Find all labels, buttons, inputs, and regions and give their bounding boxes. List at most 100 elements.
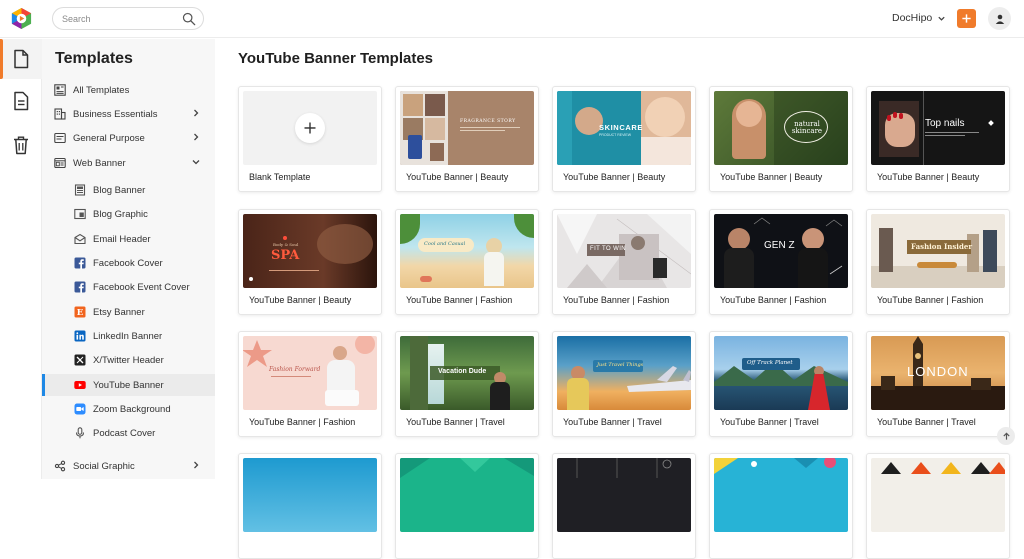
sidebar-item-email-header[interactable]: Email Header: [42, 228, 215, 250]
sidebar-item-web-banner[interactable]: Web Banner: [42, 152, 215, 174]
template-thumbnail: LONDON: [871, 336, 1005, 410]
template-card[interactable]: [552, 453, 696, 559]
sidebar-item-etsy-banner[interactable]: E Etsy Banner: [42, 301, 215, 323]
thumbnail-text: Vacation Dude: [438, 368, 487, 375]
workspace-selector[interactable]: DocHipo: [892, 12, 946, 24]
scroll-to-top-button[interactable]: [997, 427, 1015, 445]
template-card[interactable]: [866, 453, 1010, 559]
left-rail: [0, 39, 42, 479]
sidebar-item-label: Podcast Cover: [93, 427, 156, 439]
sidebar-item-label: Email Header: [93, 233, 151, 245]
sidebar-item-blog-banner[interactable]: Blog Banner: [42, 179, 215, 201]
sidebar-item-facebook-cover[interactable]: Facebook Cover: [42, 252, 215, 274]
template-card[interactable]: Body & Soul SPA YouTube Banner | Beauty: [238, 209, 382, 315]
dochipo-logo-icon[interactable]: [10, 7, 33, 30]
template-thumbnail: [557, 458, 691, 532]
template-thumbnail: Fashion Forward: [243, 336, 377, 410]
template-card[interactable]: Fashion Forward YouTube Banner | Fashion: [238, 331, 382, 437]
template-card[interactable]: Off Track Planet YouTube Banner | Travel: [709, 331, 853, 437]
template-card[interactable]: LONDON YouTube Banner | Travel: [866, 331, 1010, 437]
template-card-blank[interactable]: Blank Template: [238, 86, 382, 192]
card-label: YouTube Banner | Fashion: [877, 295, 984, 305]
svg-text:E: E: [76, 308, 83, 318]
thumbnail-text: LONDON: [907, 364, 969, 379]
template-card[interactable]: Cool and Casual YouTube Banner | Fashion: [395, 209, 539, 315]
rail-trash-button[interactable]: [0, 125, 42, 165]
template-thumbnail: Cool and Casual: [400, 214, 534, 288]
search-icon[interactable]: [182, 12, 196, 26]
template-card[interactable]: Fashion Insider YouTube Banner | Fashion: [866, 209, 1010, 315]
sidebar-item-all-templates[interactable]: All Templates: [42, 79, 215, 101]
sidebar-item-youtube-banner[interactable]: YouTube Banner: [42, 374, 215, 396]
rail-documents-button[interactable]: [0, 81, 42, 121]
sidebar-item-podcast-cover[interactable]: Podcast Cover: [42, 422, 215, 444]
sidebar-item-linkedin-banner[interactable]: LinkedIn Banner: [42, 325, 215, 347]
thumbnail-text: Cool and Casual: [424, 241, 466, 247]
thumbnail-text: FRAGRANCE STORY: [460, 119, 516, 124]
template-thumbnail: Body & Soul SPA: [243, 214, 377, 288]
sidebar-item-x-twitter-header[interactable]: X/Twitter Header: [42, 349, 215, 371]
sidebar-item-business-essentials[interactable]: Business Essentials: [42, 103, 215, 125]
template-thumbnail: FRAGRANCE STORY: [400, 91, 534, 165]
sidebar-item-zoom-background[interactable]: Zoom Background: [42, 398, 215, 420]
template-card[interactable]: Top nails YouTube Banner | Beauty: [866, 86, 1010, 192]
template-card[interactable]: Just Travel Things YouTube Banner | Trav…: [552, 331, 696, 437]
sidebar-item-label: Facebook Cover: [93, 257, 163, 269]
template-card[interactable]: [709, 453, 853, 559]
search-input[interactable]: [62, 11, 177, 27]
chevron-right-icon: [194, 133, 199, 141]
thumbnail-text: SPA: [271, 248, 300, 263]
sidebar-item-label: Zoom Background: [93, 403, 171, 415]
template-card[interactable]: [395, 453, 539, 559]
template-thumbnail: Just Travel Things: [557, 336, 691, 410]
user-avatar-button[interactable]: [988, 7, 1011, 30]
card-label: YouTube Banner | Fashion: [563, 295, 670, 305]
sidebar-item-social-graphic[interactable]: Social Graphic: [42, 455, 215, 477]
chevron-right-icon: [194, 461, 199, 469]
rail-templates-button[interactable]: [0, 39, 42, 79]
search-box[interactable]: [52, 7, 204, 30]
card-label: YouTube Banner | Beauty: [563, 172, 666, 182]
template-card[interactable]: SKINCARE PRODUCT REVIEW YouTube Banner |…: [552, 86, 696, 192]
top-bar: DocHipo: [0, 0, 1024, 38]
template-card[interactable]: [238, 453, 382, 559]
thumbnail-text: natural skincare: [791, 120, 823, 135]
add-blank-button[interactable]: [295, 113, 325, 143]
template-card[interactable]: Vacation Dude YouTube Banner | Travel: [395, 331, 539, 437]
thumbnail-text: Off Track Planet: [747, 360, 793, 366]
zoom-icon: [73, 403, 86, 416]
template-thumbnail: [400, 458, 534, 532]
template-card[interactable]: FRAGRANCE STORY YouTube Banner | Beauty: [395, 86, 539, 192]
card-label: YouTube Banner | Beauty: [249, 295, 352, 305]
thumbnail-subtext: Body & Soul: [273, 242, 299, 247]
building-icon: [53, 108, 66, 121]
sidebar-item-blog-graphic[interactable]: Blog Graphic: [42, 203, 215, 225]
web-banner-icon: [53, 157, 66, 170]
blog-graphic-icon: [73, 208, 86, 221]
trash-icon: [14, 136, 28, 155]
template-thumbnail: Top nails: [871, 91, 1005, 165]
sidebar-item-label: Web Banner: [73, 157, 126, 169]
card-label: Blank Template: [249, 172, 311, 182]
blank-template-thumbnail: [243, 91, 377, 165]
main-content: YouTube Banner Templates Blank Template …: [215, 39, 1024, 559]
sidebar-item-label: All Templates: [73, 84, 130, 96]
sidebar-item-label: LinkedIn Banner: [93, 330, 163, 342]
sidebar-item-label: X/Twitter Header: [93, 354, 164, 366]
email-icon: [73, 233, 86, 246]
create-new-button[interactable]: [957, 9, 976, 28]
card-label: YouTube Banner | Fashion: [720, 295, 827, 305]
etsy-icon: E: [73, 306, 86, 319]
card-label: YouTube Banner | Travel: [720, 417, 819, 427]
sidebar-item-label: Blog Banner: [93, 184, 146, 196]
sidebar-item-facebook-event-cover[interactable]: Facebook Event Cover: [42, 276, 215, 298]
template-card[interactable]: GEN Z YouTube Banner | Fashion: [709, 209, 853, 315]
template-card[interactable]: FIT TO WIN YouTube Banner | Fashion: [552, 209, 696, 315]
card-label: YouTube Banner | Travel: [563, 417, 662, 427]
sidebar-item-general-purpose[interactable]: General Purpose: [42, 127, 215, 149]
template-card[interactable]: natural skincare YouTube Banner | Beauty: [709, 86, 853, 192]
plus-icon: [962, 14, 971, 23]
document-lines-icon: [14, 91, 29, 111]
x-icon: [73, 354, 86, 367]
sidebar-item-label: Facebook Event Cover: [93, 281, 190, 293]
